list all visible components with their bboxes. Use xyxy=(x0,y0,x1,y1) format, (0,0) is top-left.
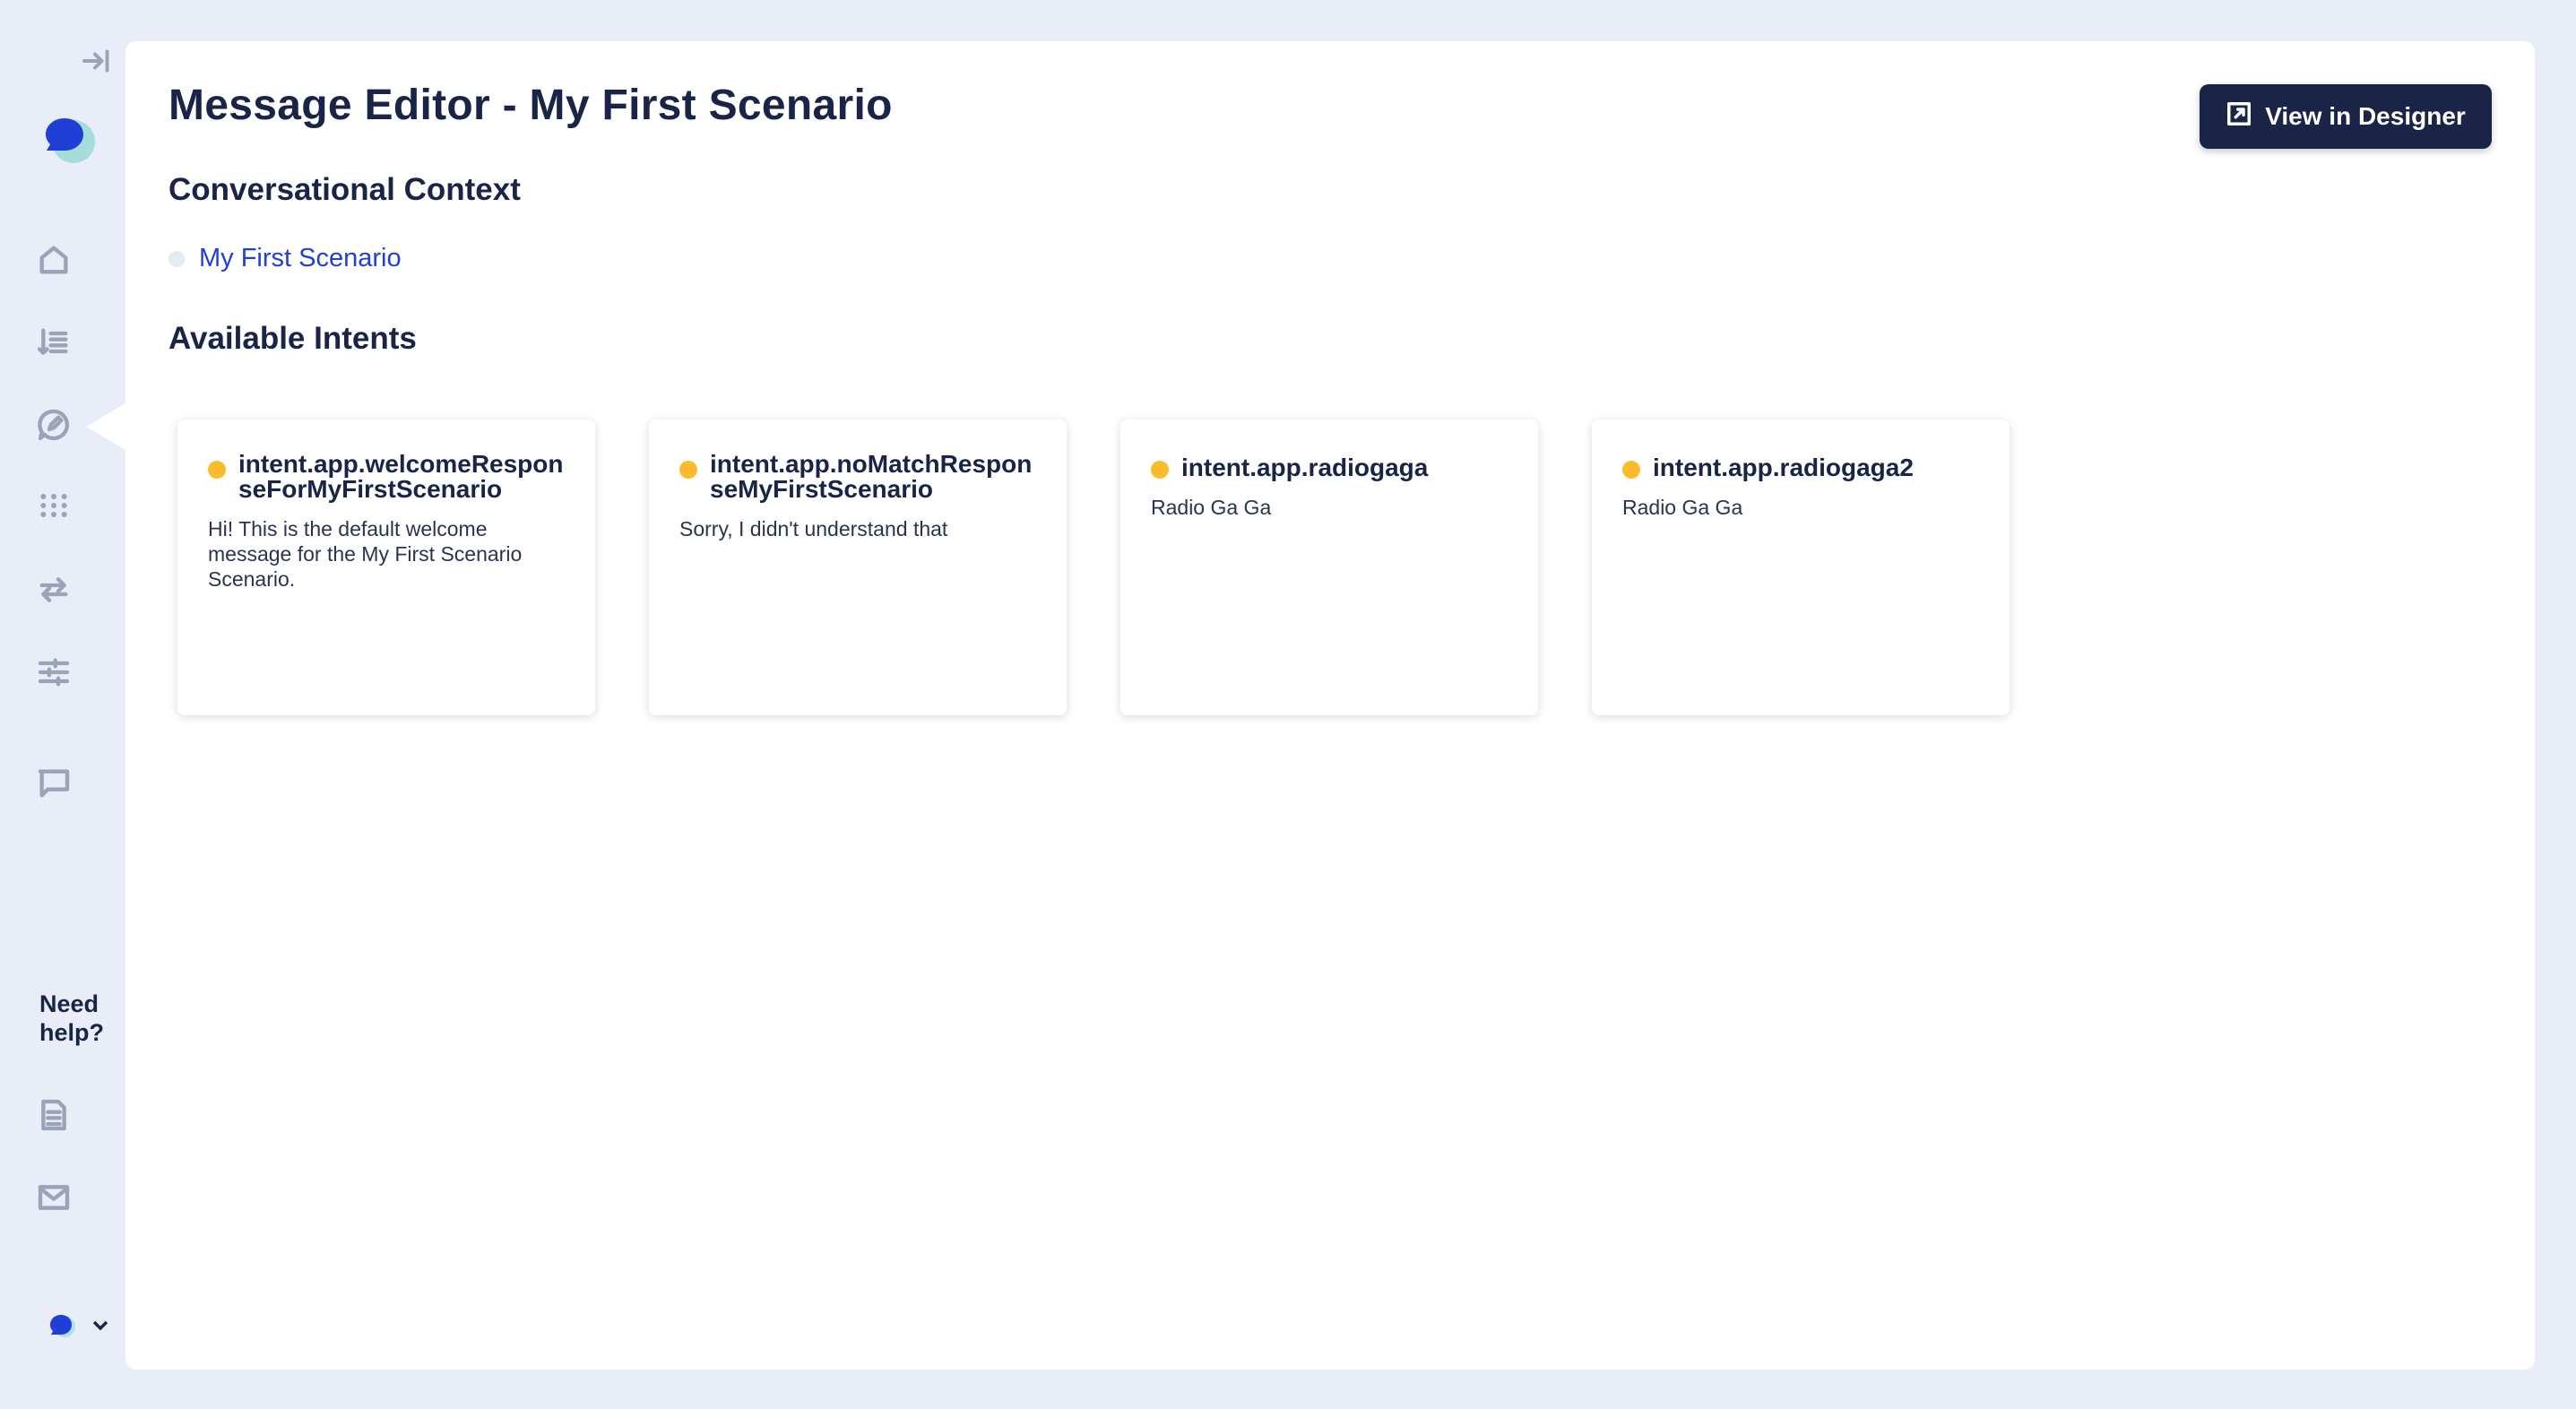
chevron-down-icon xyxy=(90,1315,111,1341)
view-in-designer-label: View in Designer xyxy=(2265,102,2466,130)
list-sort-icon[interactable] xyxy=(32,321,75,364)
chat-icon[interactable] xyxy=(32,762,75,805)
intent-message: Hi! This is the default welcome message … xyxy=(208,517,523,591)
active-indicator xyxy=(86,403,125,450)
page-title: Message Editor - My First Scenario xyxy=(169,82,893,129)
intent-card[interactable]: intent.app.radiogaga2 Radio Ga Ga xyxy=(1592,419,2010,715)
intent-card[interactable]: intent.app.welcomeResponseForMyFirstScen… xyxy=(177,419,595,715)
organization-logo-icon xyxy=(47,1310,77,1345)
home-icon[interactable] xyxy=(32,238,75,281)
app-logo xyxy=(36,106,100,170)
sliders-icon[interactable] xyxy=(32,651,75,694)
external-link-icon xyxy=(2226,100,2252,134)
sidebar: Need help? xyxy=(0,0,125,1409)
context-item[interactable]: My First Scenario xyxy=(169,244,402,273)
apps-grid-icon[interactable] xyxy=(32,484,75,527)
need-help-label: Need help? xyxy=(39,990,104,1046)
status-dot-icon xyxy=(208,461,226,479)
intent-name: intent.app.noMatchResponseMyFirstScenari… xyxy=(710,450,1033,503)
context-link[interactable]: My First Scenario xyxy=(199,244,402,273)
available-intents-heading: Available Intents xyxy=(169,321,417,356)
mail-icon[interactable] xyxy=(32,1176,75,1219)
status-dot-icon xyxy=(679,461,697,479)
intent-message: Sorry, I didn't understand that xyxy=(679,517,948,540)
document-icon[interactable] xyxy=(32,1093,75,1137)
intent-name: intent.app.radiogaga xyxy=(1181,454,1429,481)
intent-message: Radio Ga Ga xyxy=(1622,496,1743,519)
intent-name: intent.app.welcomeResponseForMyFirstScen… xyxy=(238,450,564,503)
conversational-context-heading: Conversational Context xyxy=(169,172,521,207)
intent-card[interactable]: intent.app.radiogaga Radio Ga Ga xyxy=(1120,419,1538,715)
intent-name: intent.app.radiogaga2 xyxy=(1653,454,1914,481)
context-dot-icon xyxy=(169,250,185,267)
status-dot-icon xyxy=(1622,461,1640,479)
swap-icon[interactable] xyxy=(32,568,75,611)
intent-card[interactable]: intent.app.noMatchResponseMyFirstScenari… xyxy=(649,419,1067,715)
status-dot-icon xyxy=(1151,461,1169,479)
message-editor-icon[interactable] xyxy=(32,403,75,446)
main-panel: Message Editor - My First Scenario View … xyxy=(125,41,2535,1370)
view-in-designer-button[interactable]: View in Designer xyxy=(2200,84,2492,149)
intent-message: Radio Ga Ga xyxy=(1151,496,1272,519)
collapse-sidebar-icon[interactable] xyxy=(75,41,115,81)
organization-switcher[interactable] xyxy=(47,1310,111,1345)
